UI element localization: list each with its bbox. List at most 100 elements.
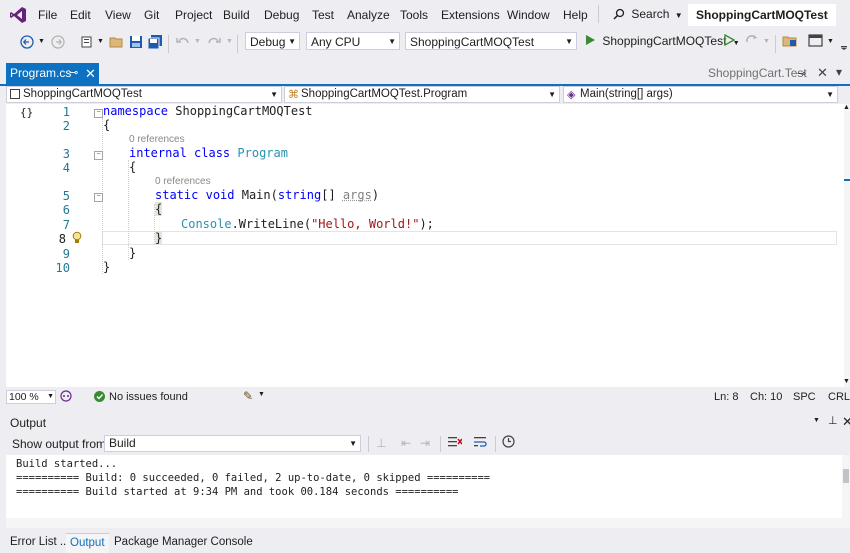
line-indicator[interactable]: Ln: 8 bbox=[714, 391, 738, 403]
start-without-debugging-icon[interactable] bbox=[723, 33, 736, 49]
tab-label: Program.cs bbox=[10, 66, 72, 80]
chevron-down-icon[interactable]: ▼ bbox=[843, 378, 850, 385]
pin-icon[interactable]: ⊸ bbox=[797, 67, 806, 80]
previous-message-icon[interactable]: ⇤ bbox=[401, 436, 411, 450]
scrollbar-thumb[interactable] bbox=[843, 469, 849, 483]
tab-preview-shoppingcart-test[interactable]: ShoppingCart.Test bbox=[708, 66, 807, 80]
chevron-down-icon[interactable]: ▼ bbox=[38, 38, 45, 45]
code-line-3: internal class Program bbox=[129, 146, 850, 161]
chevron-down-icon[interactable]: ▼ bbox=[763, 38, 770, 45]
menu-project[interactable]: Project bbox=[175, 8, 212, 22]
chevron-down-icon[interactable]: ▼ bbox=[226, 38, 233, 45]
save-all-icon[interactable] bbox=[146, 33, 164, 51]
find-message-icon[interactable]: ⊥ bbox=[376, 436, 386, 450]
menu-edit[interactable]: Edit bbox=[70, 8, 91, 22]
platform-dropdown[interactable]: Any CPU ▼ bbox=[306, 32, 400, 50]
menu-tools[interactable]: Tools bbox=[400, 8, 428, 22]
zoom-dropdown[interactable]: 100 % ▼ bbox=[6, 390, 56, 404]
code-identifier: ShoppingCartMOQTest bbox=[175, 104, 313, 118]
clock-icon[interactable] bbox=[502, 435, 515, 451]
redo-icon[interactable] bbox=[205, 33, 223, 51]
search-box[interactable]: Search ▼ bbox=[613, 7, 683, 21]
startup-project-value: ShoppingCartMOQTest bbox=[410, 35, 535, 49]
line-ending-indicator[interactable]: CRLF bbox=[828, 391, 850, 403]
save-icon[interactable] bbox=[127, 33, 145, 51]
window-layout-icon[interactable] bbox=[808, 34, 824, 51]
collapse-icon[interactable]: − bbox=[94, 193, 103, 202]
code-punct: [] bbox=[321, 188, 336, 202]
chevron-down-icon[interactable]: ▼ bbox=[813, 417, 820, 424]
collapse-icon[interactable]: − bbox=[94, 109, 103, 118]
column-indicator[interactable]: Ch: 10 bbox=[750, 391, 782, 403]
pin-icon[interactable]: ⊥ bbox=[828, 414, 838, 427]
close-icon[interactable]: ✕ bbox=[842, 414, 850, 430]
visual-studio-logo-icon[interactable] bbox=[9, 6, 27, 24]
code-type: Console bbox=[181, 217, 232, 231]
line-number: 2 bbox=[62, 119, 70, 133]
menu-analyze[interactable]: Analyze bbox=[347, 8, 390, 22]
menu-view[interactable]: View bbox=[105, 8, 131, 22]
tab-output[interactable]: Output bbox=[66, 533, 109, 553]
whitespace-indicator[interactable]: SPC bbox=[793, 391, 816, 403]
clear-all-icon[interactable] bbox=[448, 436, 463, 451]
tab-error-list[interactable]: Error List ... bbox=[10, 536, 69, 548]
back-icon[interactable] bbox=[18, 33, 36, 51]
class-icon: ⌘ bbox=[288, 89, 299, 101]
chevron-down-icon[interactable]: ▼ bbox=[827, 38, 834, 45]
menu-extensions[interactable]: Extensions bbox=[441, 8, 500, 22]
type-dropdown[interactable]: ⌘ ShoppingCartMOQTest.Program ▼ bbox=[284, 86, 560, 103]
output-source-dropdown[interactable]: Build ▼ bbox=[104, 435, 361, 452]
chevron-down-icon[interactable]: ▼ bbox=[194, 38, 201, 45]
member-dropdown[interactable]: ◈ Main(string[] args) ▼ bbox=[563, 86, 838, 103]
next-message-icon[interactable]: ⇥ bbox=[420, 436, 430, 450]
menu-debug[interactable]: Debug bbox=[264, 8, 299, 22]
code-editor[interactable]: {} 1 2 3 4 5 6 7 8 9 10 − − − namespace … bbox=[6, 104, 844, 387]
output-vertical-scrollbar[interactable] bbox=[842, 455, 850, 518]
code-line-7: Console.WriteLine("Hello, World!"); bbox=[181, 217, 850, 232]
solution-explorer-icon[interactable] bbox=[782, 34, 798, 51]
toggle-word-wrap-icon[interactable] bbox=[474, 436, 488, 451]
toolbar-overflow-icon[interactable] bbox=[840, 36, 848, 50]
output-horizontal-scrollbar[interactable] bbox=[6, 518, 850, 528]
hot-reload-icon[interactable] bbox=[744, 33, 760, 50]
toolbar-divider bbox=[440, 436, 441, 452]
collapse-icon[interactable]: − bbox=[94, 151, 103, 160]
chevron-down-icon[interactable]: ▼ bbox=[97, 38, 104, 45]
menu-build[interactable]: Build bbox=[223, 8, 250, 22]
editor-vertical-scrollbar[interactable] bbox=[844, 104, 850, 387]
copilot-icon[interactable] bbox=[60, 390, 72, 405]
code-keyword: string bbox=[277, 188, 322, 202]
undo-icon[interactable] bbox=[174, 33, 192, 51]
issues-status[interactable]: No issues found bbox=[109, 391, 188, 403]
code-type: Program bbox=[237, 146, 288, 160]
tab-list-dropdown-icon[interactable]: ▾ bbox=[836, 65, 842, 79]
menu-git[interactable]: Git bbox=[144, 8, 159, 22]
tab-program-cs[interactable]: Program.cs ⊸ ✕ bbox=[6, 63, 99, 84]
close-icon[interactable]: ✕ bbox=[85, 63, 96, 84]
menu-window[interactable]: Window bbox=[507, 8, 550, 22]
forward-icon[interactable] bbox=[49, 33, 67, 51]
menu-file[interactable]: File bbox=[38, 8, 57, 22]
chevron-up-icon[interactable]: ▲ bbox=[843, 104, 850, 111]
output-line: Build started... bbox=[16, 458, 118, 470]
close-icon[interactable]: ✕ bbox=[817, 65, 828, 81]
pin-icon[interactable]: ⊸ bbox=[69, 63, 78, 84]
menu-test[interactable]: Test bbox=[312, 8, 334, 22]
code-lens-references[interactable]: 0 references bbox=[155, 176, 211, 187]
startup-project-dropdown[interactable]: ShoppingCartMOQTest ▼ bbox=[405, 32, 577, 50]
project-dropdown[interactable]: ShoppingCartMOQTest ▼ bbox=[6, 86, 282, 103]
toolbar-divider bbox=[495, 436, 496, 452]
lightbulb-icon[interactable] bbox=[72, 231, 82, 247]
output-text-area[interactable]: Build started... ========== Build: 0 succ… bbox=[6, 455, 842, 518]
tab-package-manager-console[interactable]: Package Manager Console bbox=[114, 536, 253, 548]
zoom-value: 100 % bbox=[9, 391, 39, 403]
code-lens-references[interactable]: 0 references bbox=[129, 134, 185, 145]
new-project-icon[interactable] bbox=[78, 33, 96, 51]
solution-configuration-dropdown[interactable]: Debug ▼ bbox=[245, 32, 300, 50]
menu-help[interactable]: Help bbox=[563, 8, 588, 22]
chevron-down-icon[interactable]: ▼ bbox=[258, 391, 265, 398]
start-debugging-button[interactable]: ShoppingCartMOQTest ▼ bbox=[584, 34, 740, 50]
code-cleanup-icon[interactable]: ✎ bbox=[243, 389, 253, 403]
project-value: ShoppingCartMOQTest bbox=[23, 88, 142, 100]
open-folder-icon[interactable] bbox=[108, 33, 126, 51]
